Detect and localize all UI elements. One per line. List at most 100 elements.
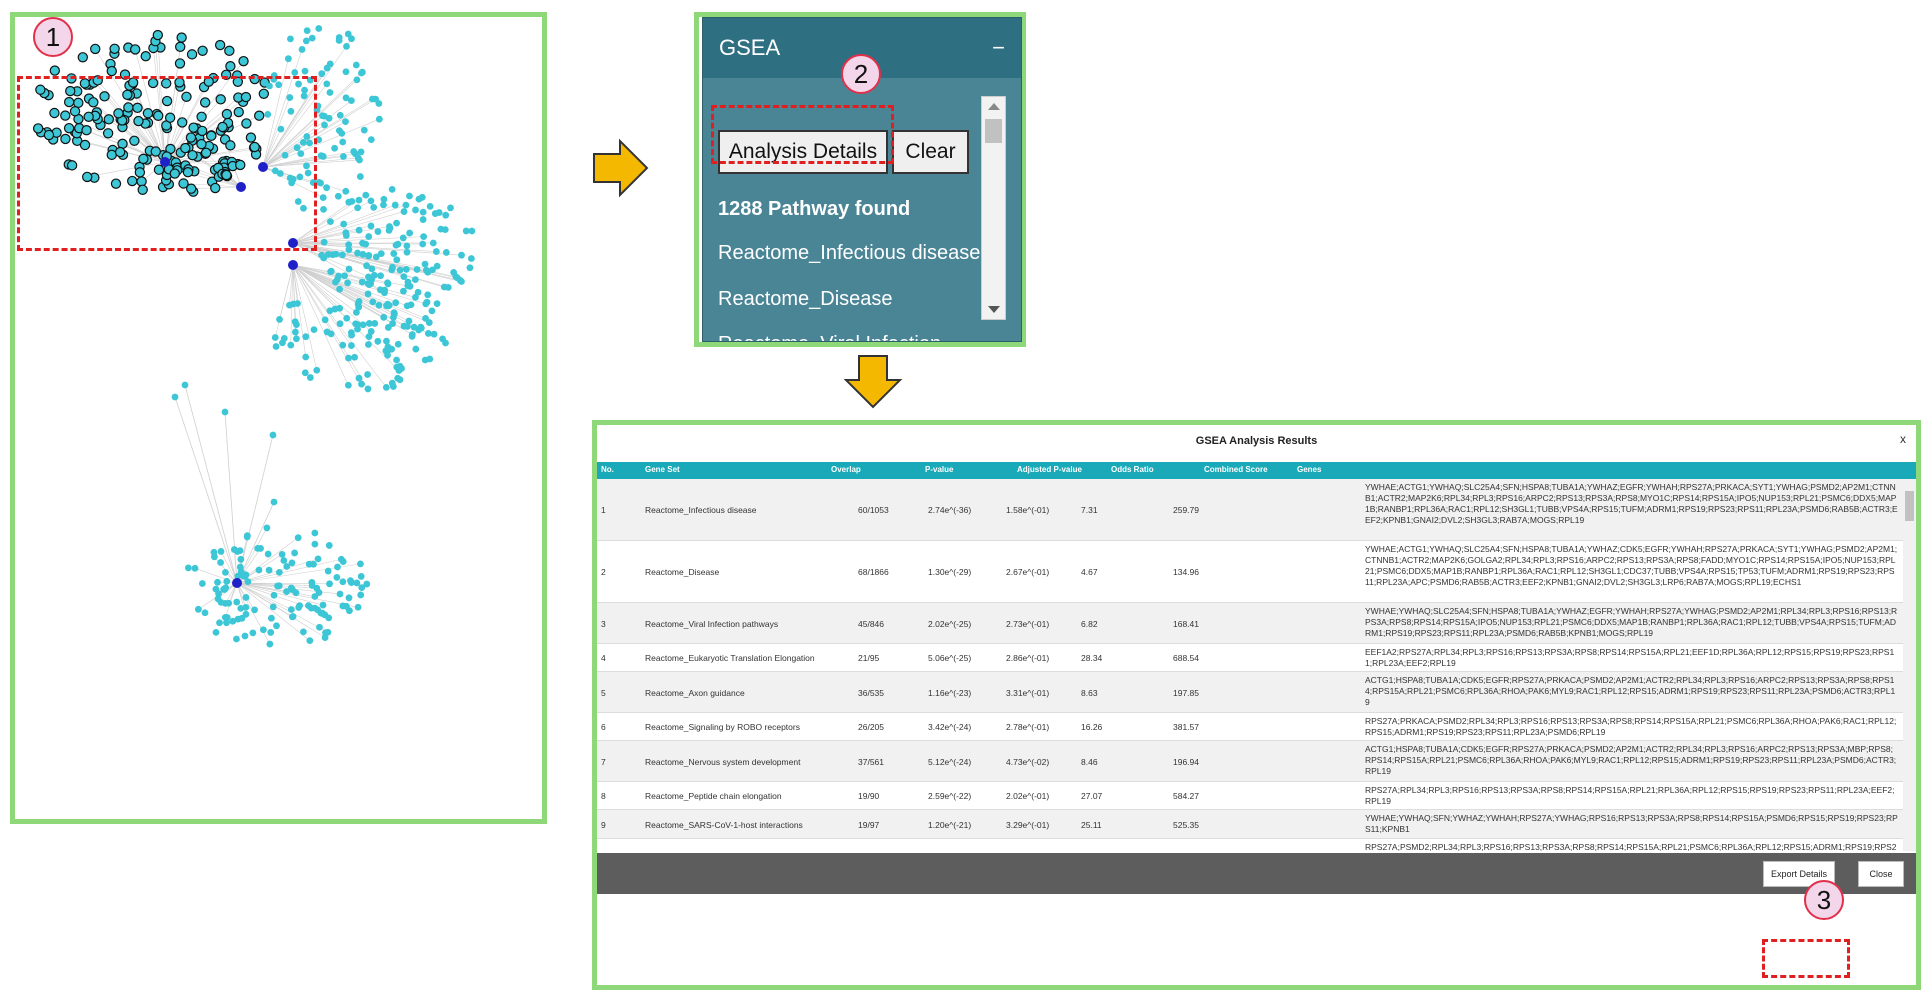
network-node bbox=[339, 341, 347, 349]
close-button[interactable]: Close bbox=[1858, 861, 1904, 887]
step-badge-3: 3 bbox=[1804, 880, 1844, 920]
table-cell-odds: 4.67 bbox=[1081, 567, 1098, 577]
network-node bbox=[358, 380, 365, 388]
network-node bbox=[362, 240, 370, 248]
scroll-thumb[interactable] bbox=[985, 119, 1002, 143]
table-cell-adj-p: 2.86e^(-01) bbox=[1006, 653, 1050, 663]
network-node bbox=[286, 174, 294, 182]
pathway-item[interactable]: Reactome_Disease bbox=[718, 288, 893, 311]
network-node bbox=[184, 564, 192, 572]
network-node bbox=[222, 568, 229, 576]
network-graph[interactable] bbox=[15, 17, 542, 819]
network-node bbox=[370, 271, 378, 279]
network-node bbox=[32, 123, 44, 134]
network-node bbox=[316, 623, 323, 631]
pathway-item[interactable]: Reactome_Viral Infection bbox=[718, 333, 941, 341]
network-node bbox=[384, 280, 392, 288]
network-node bbox=[299, 138, 307, 146]
network-node bbox=[180, 142, 191, 154]
network-node bbox=[415, 195, 423, 203]
network-node bbox=[221, 586, 229, 593]
table-row[interactable]: 4 Reactome_Eukaryotic Translation Elongat… bbox=[597, 644, 1903, 672]
network-node bbox=[363, 580, 371, 588]
network-node bbox=[324, 628, 332, 636]
network-node bbox=[293, 321, 300, 328]
gsea-scrollbar[interactable] bbox=[981, 96, 1006, 320]
pathway-item[interactable]: Reactome_Infectious disease bbox=[718, 242, 980, 265]
network-node bbox=[340, 153, 347, 160]
scroll-thumb[interactable] bbox=[1905, 491, 1914, 521]
network-node bbox=[426, 355, 434, 363]
network-node bbox=[347, 97, 355, 104]
network-node bbox=[265, 566, 273, 574]
network-node bbox=[347, 329, 355, 337]
table-row[interactable]: 8 Reactome_Peptide chain elongation 19/90 2… bbox=[597, 782, 1903, 810]
network-node bbox=[424, 330, 432, 337]
network-node bbox=[323, 80, 331, 88]
table-cell-overlap: 37/561 bbox=[858, 756, 884, 767]
network-node bbox=[174, 77, 185, 88]
network-node bbox=[369, 298, 377, 306]
table-cell-p: 2.74e^(-36) bbox=[928, 505, 972, 515]
table-cell-overlap: 45/846 bbox=[858, 618, 884, 629]
network-node bbox=[399, 234, 407, 242]
hub-node bbox=[232, 578, 242, 588]
network-node bbox=[273, 622, 280, 630]
clear-button[interactable]: Clear bbox=[892, 130, 969, 174]
table-row[interactable]: 3 Reactome_Viral Infection pathways 45/846… bbox=[597, 603, 1903, 644]
network-node bbox=[300, 92, 308, 100]
network-node bbox=[66, 73, 77, 84]
network-node bbox=[275, 81, 283, 89]
network-node bbox=[355, 226, 363, 234]
network-node bbox=[375, 100, 383, 107]
network-node bbox=[210, 182, 221, 194]
table-row[interactable]: 9 Reactome_SARS-CoV-1-host interactions 19… bbox=[597, 810, 1903, 839]
network-node bbox=[214, 39, 226, 51]
network-node bbox=[278, 550, 286, 558]
close-icon[interactable]: x bbox=[1900, 432, 1906, 446]
network-node bbox=[147, 77, 159, 89]
table-row[interactable]: 10 Reactome_Regulation of expression of S… bbox=[597, 839, 1903, 851]
network-node bbox=[221, 613, 229, 621]
network-node bbox=[400, 322, 408, 330]
network-node bbox=[310, 326, 318, 334]
table-cell-odds: 28.34 bbox=[1081, 653, 1103, 663]
network-edge bbox=[274, 264, 294, 338]
table-row[interactable]: 2 Reactome_Disease 68/1866 1.30e^(-29) 2.67e… bbox=[597, 541, 1903, 603]
collapse-icon[interactable]: − bbox=[992, 35, 1005, 61]
scroll-down-icon[interactable] bbox=[988, 306, 1000, 313]
network-node bbox=[359, 250, 367, 258]
scroll-up-icon[interactable] bbox=[988, 103, 1000, 110]
network-node bbox=[191, 564, 199, 572]
network-node bbox=[442, 249, 450, 256]
analysis-details-button[interactable]: Analysis Details bbox=[718, 130, 888, 174]
results-scrollbar[interactable] bbox=[1903, 479, 1916, 851]
network-node bbox=[276, 316, 283, 323]
network-node bbox=[393, 356, 400, 364]
table-cell-odds: 8.63 bbox=[1081, 687, 1098, 698]
table-cell-gene-set: Reactome_SARS-CoV-1-host interactions bbox=[645, 819, 803, 830]
network-node bbox=[257, 545, 264, 552]
network-node bbox=[223, 577, 231, 585]
table-row[interactable]: 7 Reactome_Nervous system development 37/5… bbox=[597, 741, 1903, 782]
network-node bbox=[181, 381, 189, 389]
node-layer bbox=[32, 25, 476, 648]
network-node bbox=[337, 555, 345, 563]
network-node bbox=[294, 534, 302, 542]
table-row[interactable]: 5 Reactome_Axon guidance 36/535 1.16e^(-23)… bbox=[597, 672, 1903, 713]
network-node bbox=[303, 162, 310, 170]
network-node bbox=[400, 208, 408, 215]
network-node bbox=[320, 205, 327, 213]
network-node bbox=[364, 280, 372, 287]
table-row[interactable]: 1 Reactome_Infectious disease 60/1053 2.74e… bbox=[597, 479, 1903, 541]
table-row[interactable]: 6 Reactome_Signaling by ROBO receptors 26/… bbox=[597, 713, 1903, 741]
network-node bbox=[413, 266, 421, 273]
network-node bbox=[380, 195, 388, 203]
network-node bbox=[289, 613, 297, 620]
table-cell-overlap: 60/1053 bbox=[858, 505, 889, 515]
network-node bbox=[287, 107, 295, 115]
network-node bbox=[49, 65, 61, 76]
table-cell-no: 8 bbox=[601, 791, 606, 801]
network-node bbox=[238, 614, 246, 622]
table-cell-genes: YWHAE;ACTG1;YWHAQ;SLC25A4;SFN;HSPA8;TUBA… bbox=[1365, 482, 1898, 525]
